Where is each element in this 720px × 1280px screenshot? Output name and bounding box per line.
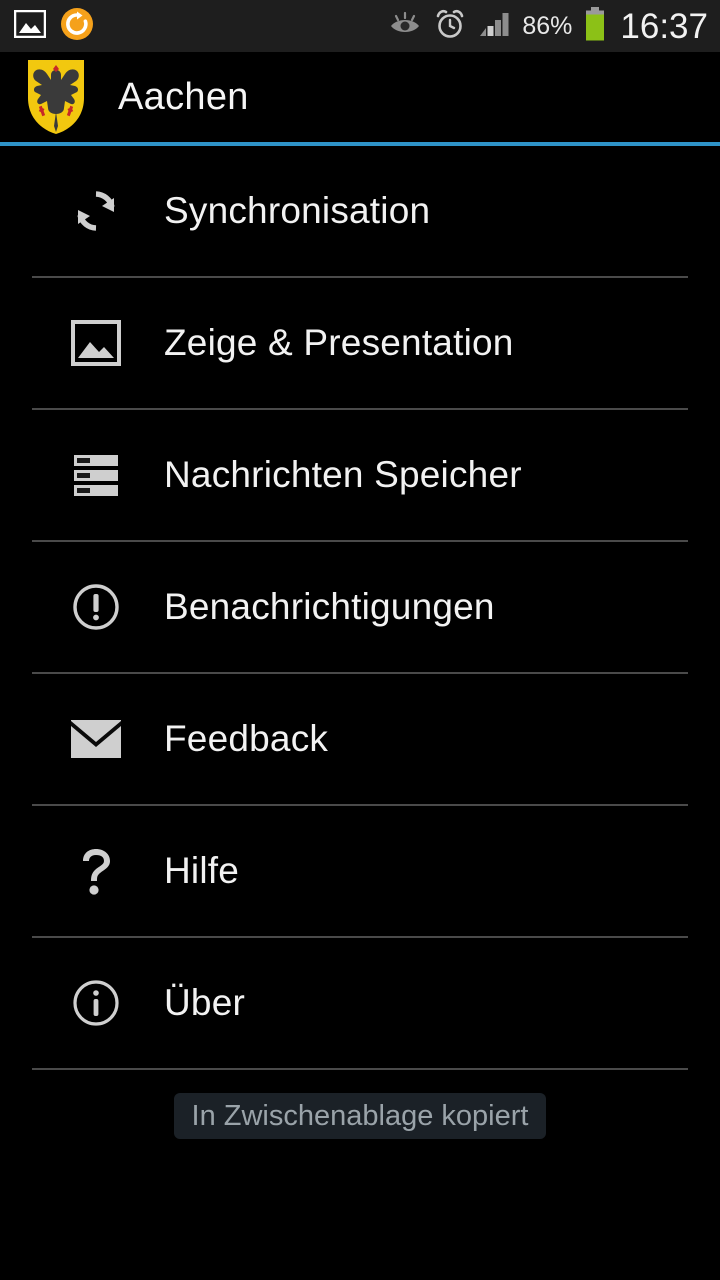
- list-divider: [32, 1068, 688, 1070]
- list-item-label: Synchronisation: [164, 190, 431, 231]
- list-item-benachrichtigungen[interactable]: Benachrichtigungen: [0, 542, 720, 672]
- settings-list: Synchronisation Zeige & Presentation Nac…: [0, 146, 720, 1070]
- action-bar[interactable]: Aachen: [0, 52, 720, 142]
- list-item-label: Feedback: [164, 718, 329, 759]
- list-item-label: Hilfe: [164, 850, 240, 891]
- battery-percent-label: 86%: [522, 11, 573, 40]
- list-item-zeige-presentation[interactable]: Zeige & Presentation: [0, 278, 720, 408]
- list-item-label: Benachrichtigungen: [164, 586, 495, 627]
- toast-message: In Zwischenablage kopiert: [191, 1099, 529, 1132]
- smart-stay-eye-icon: [388, 11, 422, 42]
- list-item-label: Zeige & Presentation: [164, 322, 514, 363]
- sync-circle-orange-icon: [60, 7, 94, 46]
- list-item-hilfe[interactable]: Hilfe: [0, 806, 720, 936]
- storage-bars-icon: [66, 445, 126, 505]
- status-bar: 86% 16:37: [0, 0, 720, 52]
- battery-icon: [584, 6, 606, 46]
- list-item-label: Über: [164, 982, 245, 1023]
- list-item-label: Nachrichten Speicher: [164, 454, 522, 495]
- alarm-clock-icon: [434, 8, 466, 45]
- status-bar-right-icons: 86% 16:37: [388, 6, 720, 46]
- alert-exclamation-icon: [66, 577, 126, 637]
- image-picture-icon: [66, 313, 126, 373]
- gallery-image-icon: [13, 9, 47, 43]
- status-bar-left-icons: [0, 7, 94, 46]
- page-title: Aachen: [118, 75, 249, 118]
- toast-notification: In Zwischenablage kopiert: [174, 1093, 546, 1139]
- envelope-mail-icon: [66, 709, 126, 769]
- question-mark-icon: [66, 841, 126, 901]
- list-item-synchronisation[interactable]: Synchronisation: [0, 146, 720, 276]
- status-bar-clock: 16:37: [620, 6, 708, 46]
- list-item-nachrichten-speicher[interactable]: Nachrichten Speicher: [0, 410, 720, 540]
- app-screen: 86% 16:37 Aachen Synchronisation Zeige &…: [0, 0, 720, 1280]
- sync-refresh-icon: [66, 181, 126, 241]
- info-circle-icon: [66, 973, 126, 1033]
- signal-bars-icon: [478, 10, 510, 43]
- list-item-feedback[interactable]: Feedback: [0, 674, 720, 804]
- list-item-ueber[interactable]: Über: [0, 938, 720, 1068]
- aachen-coat-of-arms-icon: [26, 58, 86, 136]
